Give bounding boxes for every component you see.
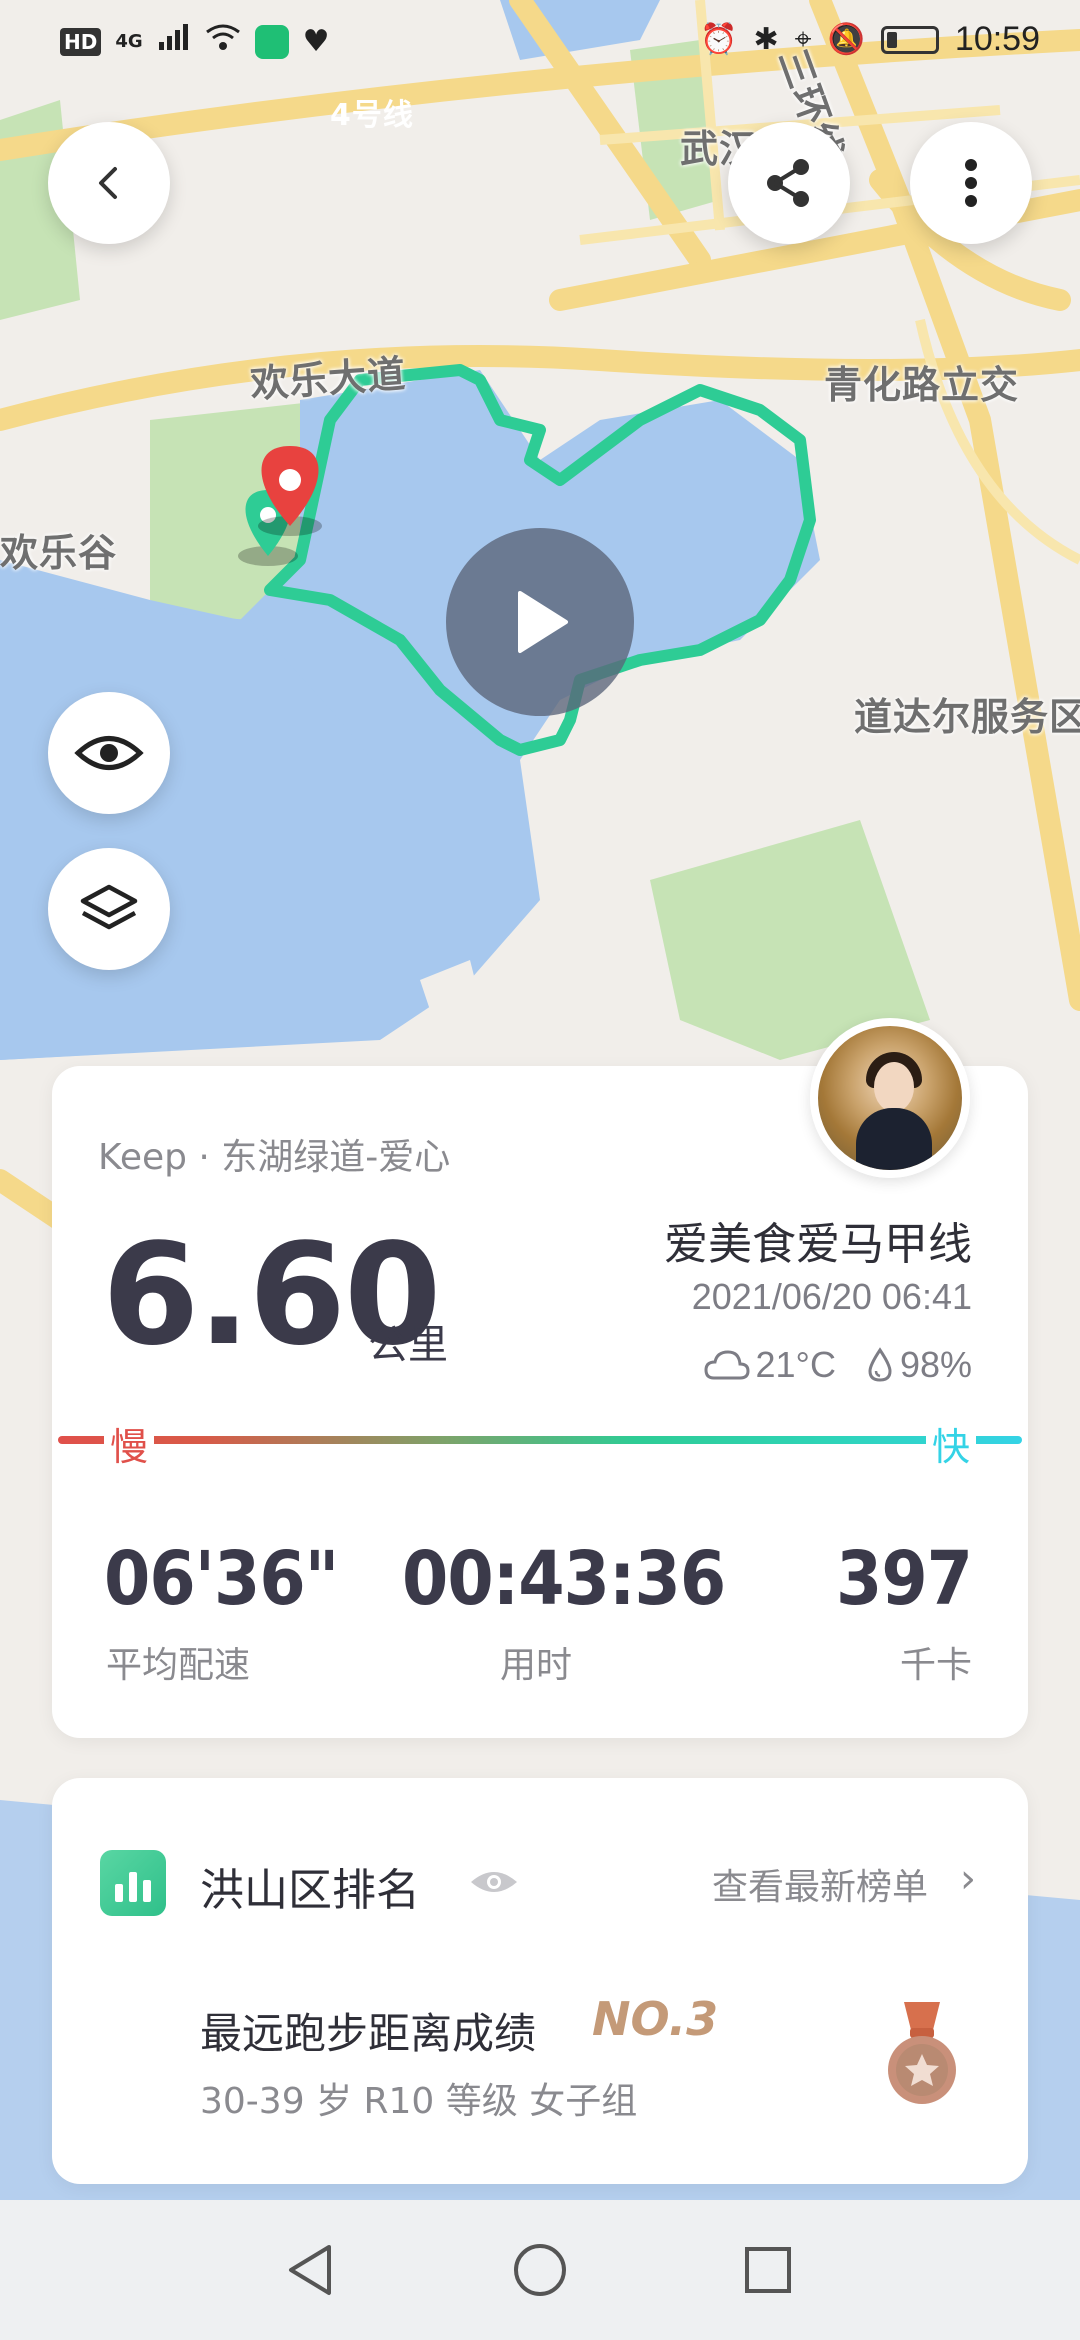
duration-value: 00:43:36 (402, 1536, 726, 1622)
map-label-qinghua-interchange: 青化路立交 (824, 363, 1020, 407)
wifi-icon (205, 22, 241, 61)
avg-pace-value: 06'36" (104, 1536, 339, 1622)
ranking-card[interactable]: 洪山区排名 查看最新榜单 › 最远跑步距离成绩 NO.3 30-39 岁 R10… (52, 1778, 1028, 2184)
temperature: 21°C (755, 1344, 836, 1385)
location-icon: ⌖ (794, 21, 812, 57)
nav-home-button[interactable] (510, 2240, 570, 2300)
layers-icon (80, 884, 138, 930)
map-label-huanle-avenue: 欢乐大道 (248, 351, 408, 407)
nav-recents-button[interactable] (738, 2240, 798, 2300)
square-recents-icon (745, 2247, 791, 2293)
pace-fast-label: 快 (925, 1416, 976, 1471)
app-notification-icon (254, 24, 289, 59)
map-label-total-service-area: 道达尔服务区 (854, 695, 1080, 739)
more-button[interactable] (910, 122, 1032, 244)
back-arrow-icon (99, 167, 117, 199)
achievement-rank: NO.3 (592, 1992, 719, 2046)
calories-value: 397 (836, 1536, 973, 1622)
bronze-medal-icon (888, 2002, 956, 2104)
view-latest-leaderboard-link[interactable]: 查看最新榜单 (712, 1858, 928, 1910)
humidity-drop-icon (868, 1347, 892, 1382)
hd-indicator: HD (60, 27, 102, 56)
distance-unit: 公里 (368, 1322, 448, 1368)
share-icon (767, 159, 809, 207)
achievement-title: 最远跑步距离成绩 (200, 2009, 537, 2058)
system-navigation-bar (0, 2200, 1080, 2340)
share-button[interactable] (728, 122, 850, 244)
humidity: 98% (899, 1344, 972, 1385)
duration-label: 用时 (500, 1645, 573, 1686)
bluetooth-icon: ✱ (753, 21, 779, 57)
ranking-chart-icon (100, 1850, 166, 1916)
avatar[interactable] (810, 1018, 970, 1178)
signal-icon (157, 22, 191, 61)
play-replay-button[interactable] (446, 528, 634, 716)
mute-icon: 🔕 (827, 21, 865, 57)
health-icon: ♥ (302, 23, 330, 59)
map-label-line4: 4号线 (330, 98, 414, 133)
circle-home-icon (514, 2244, 566, 2296)
cloud-icon (703, 1350, 750, 1380)
more-vertical-icon (965, 159, 977, 207)
eye-icon (74, 736, 144, 770)
activity-source: Keep · 东湖绿道-爱心 (98, 1137, 451, 1178)
play-icon (518, 591, 568, 653)
network-type: 4G (115, 30, 143, 52)
battery-icon (880, 25, 939, 54)
calories-label: 千卡 (899, 1645, 972, 1686)
map-label-happy-valley: 欢乐谷 (0, 531, 118, 575)
username[interactable]: 爱美食爱马甲线 (664, 1208, 972, 1272)
back-button[interactable] (48, 122, 170, 244)
status-bar: HD 4G ♥ ⏰ ✱ ⌖ 🔕 10:59 (0, 0, 1080, 80)
alarm-icon: ⏰ (700, 21, 738, 57)
weather-info: 21°C 98% (703, 1344, 972, 1386)
clock: 10:59 (954, 20, 1040, 58)
triangle-back-icon (289, 2245, 331, 2295)
avg-pace-label: 平均配速 (106, 1645, 251, 1686)
activity-datetime: 2021/06/20 06:41 (691, 1276, 972, 1317)
pace-gradient-bar (58, 1436, 1022, 1444)
ranking-title: 洪山区排名 (200, 1865, 420, 1916)
map-layers-button[interactable] (48, 848, 170, 970)
pace-slow-label: 慢 (104, 1416, 155, 1471)
nav-back-button[interactable] (280, 2240, 340, 2300)
visibility-toggle-button[interactable] (48, 692, 170, 814)
eye-icon[interactable] (468, 1866, 520, 1898)
achievement-group: 30-39 岁 R10 等级 女子组 (200, 2081, 638, 2122)
chevron-right-icon[interactable]: › (960, 1856, 976, 1902)
